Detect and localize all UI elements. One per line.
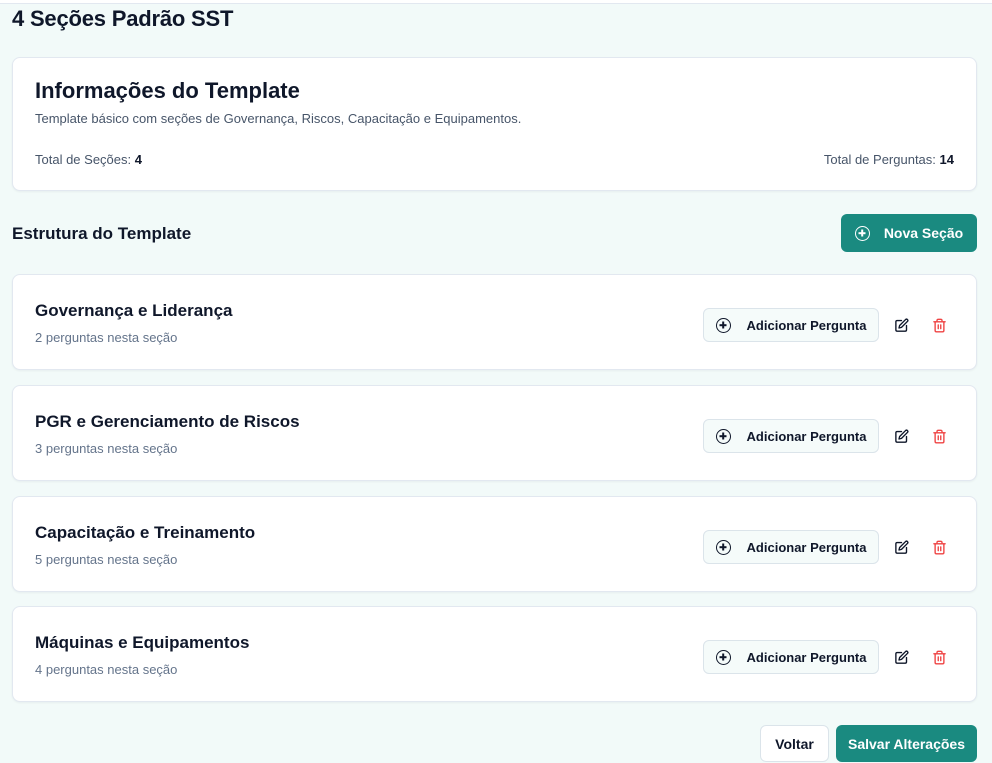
add-question-button[interactable]: Adicionar Pergunta bbox=[703, 308, 879, 342]
section-card: Capacitação e Treinamento 5 perguntas ne… bbox=[12, 496, 977, 592]
info-heading: Informações do Template bbox=[35, 78, 300, 103]
info-description: Template básico com seções de Governança… bbox=[35, 111, 522, 126]
page-title: 4 Seções Padrão SST bbox=[12, 6, 234, 31]
trash-icon bbox=[932, 540, 946, 554]
add-question-label: Adicionar Pergunta bbox=[746, 317, 867, 333]
total-sections-value: 4 bbox=[134, 152, 142, 167]
add-question-label: Adicionar Pergunta bbox=[746, 649, 867, 665]
template-info-card: Informações do Template Template básico … bbox=[12, 57, 977, 191]
section-card: Máquinas e Equipamentos 4 perguntas nest… bbox=[12, 606, 977, 702]
delete-section-button[interactable] bbox=[929, 426, 949, 446]
section-name: PGR e Gerenciamento de Riscos bbox=[35, 412, 300, 431]
section-question-count: 5 perguntas nesta seção bbox=[35, 552, 178, 567]
edit-section-button[interactable] bbox=[891, 537, 911, 557]
add-question-label: Adicionar Pergunta bbox=[746, 428, 867, 444]
edit-icon bbox=[894, 318, 908, 332]
section-question-count: 2 perguntas nesta seção bbox=[35, 330, 178, 345]
add-question-button[interactable]: Adicionar Pergunta bbox=[703, 640, 879, 674]
trash-icon bbox=[932, 429, 946, 443]
circle-plus-icon bbox=[715, 428, 731, 444]
section-card: PGR e Gerenciamento de Riscos 3 pergunta… bbox=[12, 385, 977, 481]
section-name: Capacitação e Treinamento bbox=[35, 523, 256, 542]
edit-section-button[interactable] bbox=[891, 315, 911, 335]
section-card: Governança e Liderança 2 perguntas nesta… bbox=[12, 274, 977, 370]
save-changes-button[interactable]: Salvar Alterações bbox=[836, 725, 977, 762]
section-name: Máquinas e Equipamentos bbox=[35, 633, 250, 652]
new-section-label: Nova Seção bbox=[883, 225, 964, 241]
add-question-label: Adicionar Pergunta bbox=[746, 539, 867, 555]
top-border bbox=[0, 0, 992, 4]
trash-icon bbox=[932, 650, 946, 664]
add-question-button[interactable]: Adicionar Pergunta bbox=[703, 419, 879, 453]
total-sections-label: Total de Seções: bbox=[35, 152, 132, 167]
edit-section-button[interactable] bbox=[891, 426, 911, 446]
add-question-button[interactable]: Adicionar Pergunta bbox=[703, 530, 879, 564]
structure-heading: Estrutura do Template bbox=[12, 224, 192, 243]
trash-icon bbox=[932, 318, 946, 332]
circle-plus-icon bbox=[715, 539, 731, 555]
total-questions-value: 14 bbox=[939, 152, 954, 167]
back-button[interactable]: Voltar bbox=[760, 725, 829, 762]
section-question-count: 4 perguntas nesta seção bbox=[35, 662, 178, 677]
edit-icon bbox=[894, 650, 908, 664]
edit-icon bbox=[894, 540, 908, 554]
delete-section-button[interactable] bbox=[929, 647, 949, 667]
section-question-count: 3 perguntas nesta seção bbox=[35, 441, 178, 456]
total-questions-stat: Total de Perguntas: 14 bbox=[824, 152, 954, 167]
new-section-button[interactable]: Nova Seção bbox=[841, 214, 977, 252]
edit-icon bbox=[894, 429, 908, 443]
delete-section-button[interactable] bbox=[929, 315, 949, 335]
circle-plus-icon bbox=[715, 317, 731, 333]
total-questions-label: Total de Perguntas: bbox=[823, 152, 936, 167]
section-name: Governança e Liderança bbox=[35, 301, 233, 320]
circle-plus-icon bbox=[854, 225, 870, 241]
circle-plus-icon bbox=[715, 649, 731, 665]
edit-section-button[interactable] bbox=[891, 647, 911, 667]
delete-section-button[interactable] bbox=[929, 537, 949, 557]
total-sections-stat: Total de Seções: 4 bbox=[35, 152, 142, 167]
